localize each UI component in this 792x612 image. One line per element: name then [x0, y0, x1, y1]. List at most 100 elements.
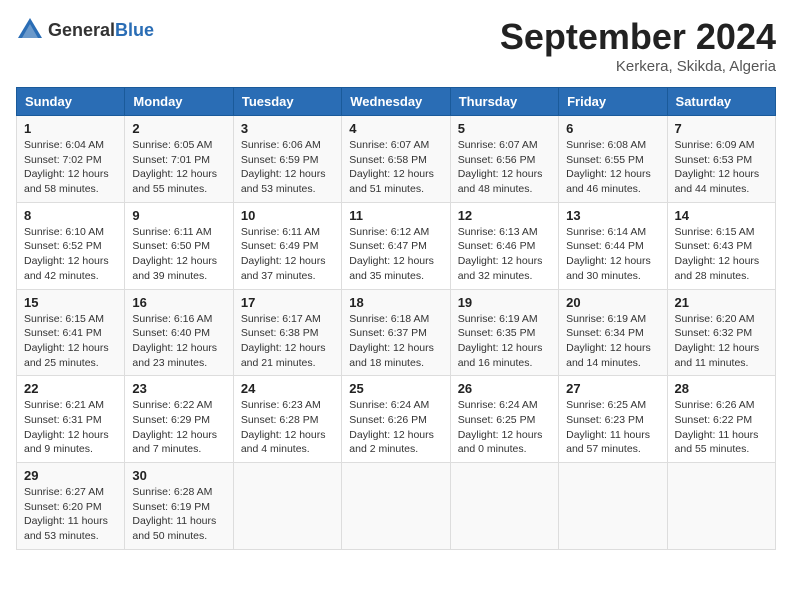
- calendar-week-row: 8 Sunrise: 6:10 AMSunset: 6:52 PMDayligh…: [17, 202, 776, 289]
- calendar-day-cell: 3 Sunrise: 6:06 AMSunset: 6:59 PMDayligh…: [233, 116, 341, 203]
- day-number: 3: [241, 121, 334, 136]
- day-info: Sunrise: 6:07 AMSunset: 6:58 PMDaylight:…: [349, 139, 434, 195]
- calendar-week-row: 15 Sunrise: 6:15 AMSunset: 6:41 PMDaylig…: [17, 289, 776, 376]
- day-number: 23: [132, 381, 225, 396]
- day-info: Sunrise: 6:14 AMSunset: 6:44 PMDaylight:…: [566, 226, 651, 282]
- day-number: 13: [566, 208, 659, 223]
- day-number: 14: [675, 208, 768, 223]
- calendar-day-cell: 27 Sunrise: 6:25 AMSunset: 6:23 PMDaylig…: [559, 376, 667, 463]
- day-info: Sunrise: 6:15 AMSunset: 6:43 PMDaylight:…: [675, 226, 760, 282]
- title-block: September 2024 Kerkera, Skikda, Algeria: [500, 16, 776, 75]
- calendar-day-cell: 11 Sunrise: 6:12 AMSunset: 6:47 PMDaylig…: [342, 202, 450, 289]
- day-number: 24: [241, 381, 334, 396]
- day-number: 7: [675, 121, 768, 136]
- calendar-day-cell: 20 Sunrise: 6:19 AMSunset: 6:34 PMDaylig…: [559, 289, 667, 376]
- day-number: 17: [241, 295, 334, 310]
- calendar-day-cell: 28 Sunrise: 6:26 AMSunset: 6:22 PMDaylig…: [667, 376, 775, 463]
- day-info: Sunrise: 6:18 AMSunset: 6:37 PMDaylight:…: [349, 313, 434, 369]
- logo-text: GeneralBlue: [48, 20, 154, 41]
- day-info: Sunrise: 6:15 AMSunset: 6:41 PMDaylight:…: [24, 313, 109, 369]
- calendar-title: September 2024: [500, 16, 776, 58]
- day-info: Sunrise: 6:07 AMSunset: 6:56 PMDaylight:…: [458, 139, 543, 195]
- day-number: 30: [132, 468, 225, 483]
- day-number: 20: [566, 295, 659, 310]
- day-number: 11: [349, 208, 442, 223]
- day-info: Sunrise: 6:22 AMSunset: 6:29 PMDaylight:…: [132, 399, 217, 455]
- day-info: Sunrise: 6:09 AMSunset: 6:53 PMDaylight:…: [675, 139, 760, 195]
- day-number: 9: [132, 208, 225, 223]
- day-number: 8: [24, 208, 117, 223]
- day-info: Sunrise: 6:17 AMSunset: 6:38 PMDaylight:…: [241, 313, 326, 369]
- calendar-table: SundayMondayTuesdayWednesdayThursdayFrid…: [16, 87, 776, 550]
- calendar-location: Kerkera, Skikda, Algeria: [500, 58, 776, 75]
- calendar-day-cell: 2 Sunrise: 6:05 AMSunset: 7:01 PMDayligh…: [125, 116, 233, 203]
- calendar-week-row: 29 Sunrise: 6:27 AMSunset: 6:20 PMDaylig…: [17, 463, 776, 550]
- day-number: 21: [675, 295, 768, 310]
- day-info: Sunrise: 6:19 AMSunset: 6:34 PMDaylight:…: [566, 313, 651, 369]
- day-info: Sunrise: 6:20 AMSunset: 6:32 PMDaylight:…: [675, 313, 760, 369]
- day-number: 28: [675, 381, 768, 396]
- calendar-week-row: 1 Sunrise: 6:04 AMSunset: 7:02 PMDayligh…: [17, 116, 776, 203]
- day-info: Sunrise: 6:27 AMSunset: 6:20 PMDaylight:…: [24, 486, 108, 542]
- day-info: Sunrise: 6:25 AMSunset: 6:23 PMDaylight:…: [566, 399, 650, 455]
- day-info: Sunrise: 6:24 AMSunset: 6:26 PMDaylight:…: [349, 399, 434, 455]
- day-number: 12: [458, 208, 551, 223]
- day-info: Sunrise: 6:21 AMSunset: 6:31 PMDaylight:…: [24, 399, 109, 455]
- calendar-day-cell: 9 Sunrise: 6:11 AMSunset: 6:50 PMDayligh…: [125, 202, 233, 289]
- calendar-day-cell: 30 Sunrise: 6:28 AMSunset: 6:19 PMDaylig…: [125, 463, 233, 550]
- day-number: 4: [349, 121, 442, 136]
- calendar-day-cell: [667, 463, 775, 550]
- calendar-day-cell: [559, 463, 667, 550]
- day-info: Sunrise: 6:23 AMSunset: 6:28 PMDaylight:…: [241, 399, 326, 455]
- day-info: Sunrise: 6:06 AMSunset: 6:59 PMDaylight:…: [241, 139, 326, 195]
- day-number: 5: [458, 121, 551, 136]
- calendar-day-cell: 18 Sunrise: 6:18 AMSunset: 6:37 PMDaylig…: [342, 289, 450, 376]
- day-number: 10: [241, 208, 334, 223]
- column-header-saturday: Saturday: [667, 88, 775, 116]
- day-info: Sunrise: 6:11 AMSunset: 6:50 PMDaylight:…: [132, 226, 217, 282]
- day-number: 26: [458, 381, 551, 396]
- calendar-day-cell: 1 Sunrise: 6:04 AMSunset: 7:02 PMDayligh…: [17, 116, 125, 203]
- logo-icon: [16, 16, 44, 44]
- calendar-day-cell: 10 Sunrise: 6:11 AMSunset: 6:49 PMDaylig…: [233, 202, 341, 289]
- calendar-day-cell: [450, 463, 558, 550]
- calendar-day-cell: 16 Sunrise: 6:16 AMSunset: 6:40 PMDaylig…: [125, 289, 233, 376]
- calendar-day-cell: 22 Sunrise: 6:21 AMSunset: 6:31 PMDaylig…: [17, 376, 125, 463]
- calendar-day-cell: 21 Sunrise: 6:20 AMSunset: 6:32 PMDaylig…: [667, 289, 775, 376]
- day-info: Sunrise: 6:11 AMSunset: 6:49 PMDaylight:…: [241, 226, 326, 282]
- calendar-header-row: SundayMondayTuesdayWednesdayThursdayFrid…: [17, 88, 776, 116]
- calendar-day-cell: 26 Sunrise: 6:24 AMSunset: 6:25 PMDaylig…: [450, 376, 558, 463]
- day-info: Sunrise: 6:28 AMSunset: 6:19 PMDaylight:…: [132, 486, 216, 542]
- calendar-week-row: 22 Sunrise: 6:21 AMSunset: 6:31 PMDaylig…: [17, 376, 776, 463]
- calendar-day-cell: 8 Sunrise: 6:10 AMSunset: 6:52 PMDayligh…: [17, 202, 125, 289]
- calendar-day-cell: 12 Sunrise: 6:13 AMSunset: 6:46 PMDaylig…: [450, 202, 558, 289]
- column-header-friday: Friday: [559, 88, 667, 116]
- calendar-day-cell: [233, 463, 341, 550]
- day-info: Sunrise: 6:04 AMSunset: 7:02 PMDaylight:…: [24, 139, 109, 195]
- column-header-wednesday: Wednesday: [342, 88, 450, 116]
- calendar-day-cell: 17 Sunrise: 6:17 AMSunset: 6:38 PMDaylig…: [233, 289, 341, 376]
- calendar-day-cell: 13 Sunrise: 6:14 AMSunset: 6:44 PMDaylig…: [559, 202, 667, 289]
- calendar-day-cell: 23 Sunrise: 6:22 AMSunset: 6:29 PMDaylig…: [125, 376, 233, 463]
- day-number: 16: [132, 295, 225, 310]
- calendar-day-cell: 15 Sunrise: 6:15 AMSunset: 6:41 PMDaylig…: [17, 289, 125, 376]
- day-number: 29: [24, 468, 117, 483]
- day-number: 25: [349, 381, 442, 396]
- day-info: Sunrise: 6:24 AMSunset: 6:25 PMDaylight:…: [458, 399, 543, 455]
- day-info: Sunrise: 6:19 AMSunset: 6:35 PMDaylight:…: [458, 313, 543, 369]
- day-number: 18: [349, 295, 442, 310]
- day-number: 6: [566, 121, 659, 136]
- day-number: 15: [24, 295, 117, 310]
- calendar-day-cell: 29 Sunrise: 6:27 AMSunset: 6:20 PMDaylig…: [17, 463, 125, 550]
- calendar-day-cell: 25 Sunrise: 6:24 AMSunset: 6:26 PMDaylig…: [342, 376, 450, 463]
- calendar-day-cell: 14 Sunrise: 6:15 AMSunset: 6:43 PMDaylig…: [667, 202, 775, 289]
- day-info: Sunrise: 6:05 AMSunset: 7:01 PMDaylight:…: [132, 139, 217, 195]
- calendar-day-cell: 7 Sunrise: 6:09 AMSunset: 6:53 PMDayligh…: [667, 116, 775, 203]
- page-header: GeneralBlue September 2024 Kerkera, Skik…: [16, 16, 776, 75]
- day-info: Sunrise: 6:13 AMSunset: 6:46 PMDaylight:…: [458, 226, 543, 282]
- day-number: 19: [458, 295, 551, 310]
- calendar-day-cell: 19 Sunrise: 6:19 AMSunset: 6:35 PMDaylig…: [450, 289, 558, 376]
- day-info: Sunrise: 6:10 AMSunset: 6:52 PMDaylight:…: [24, 226, 109, 282]
- logo: GeneralBlue: [16, 16, 154, 44]
- column-header-thursday: Thursday: [450, 88, 558, 116]
